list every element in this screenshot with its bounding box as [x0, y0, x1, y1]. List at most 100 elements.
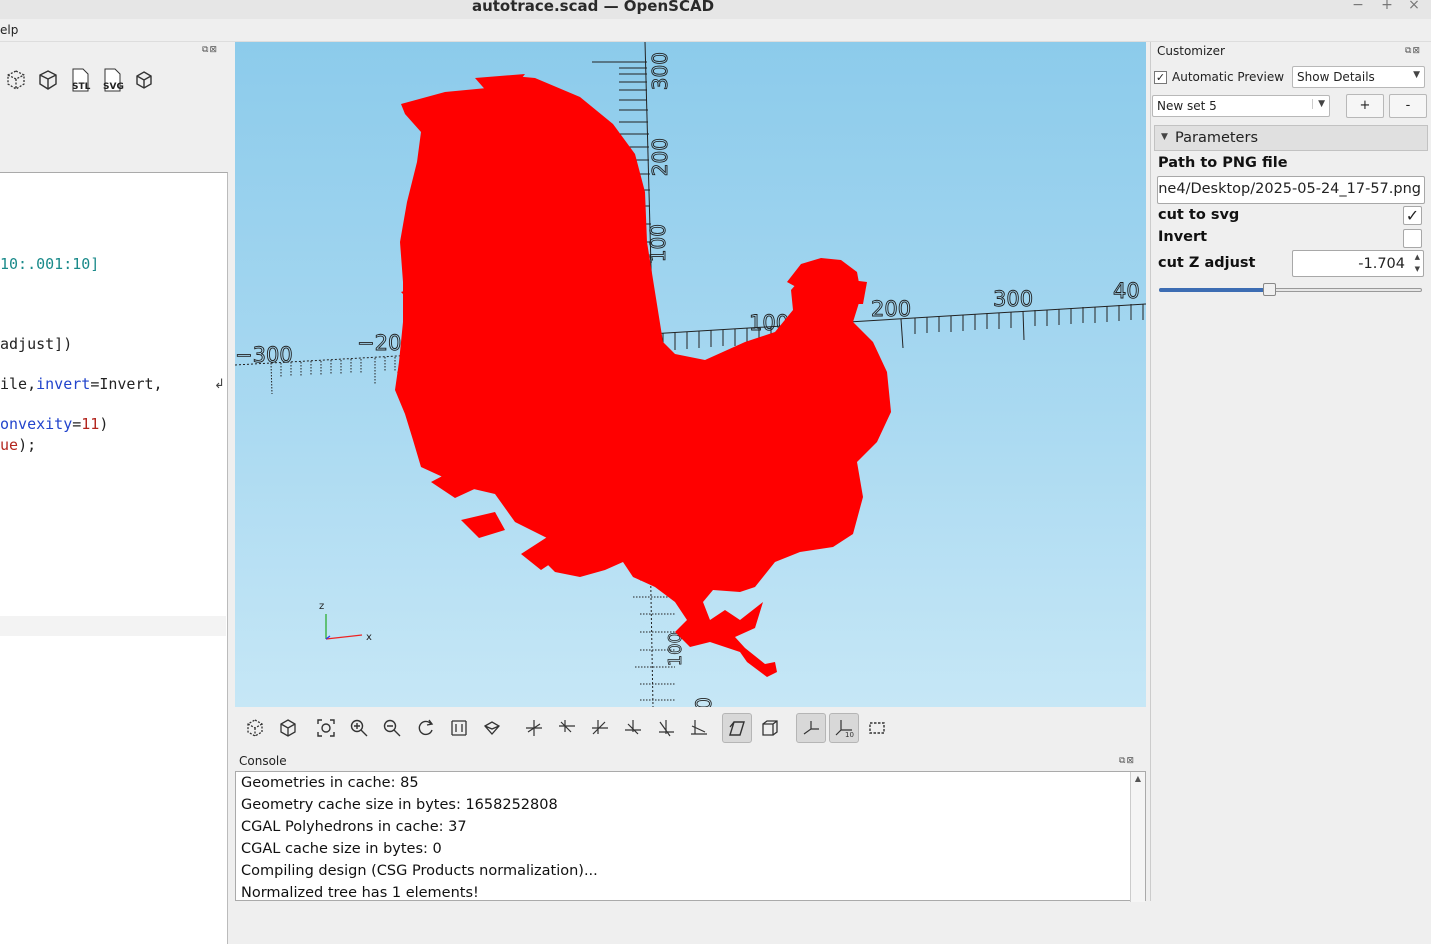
view-top-icon[interactable]: [552, 713, 582, 743]
cutz-value: -1.704: [1358, 256, 1405, 272]
orthogonal-icon[interactable]: [755, 713, 785, 743]
view-all-icon[interactable]: [311, 713, 341, 743]
scroll-up-icon[interactable]: ▲: [1131, 774, 1145, 783]
console-line: Compiling design (CSG Products normaliza…: [241, 863, 598, 879]
close-button[interactable]: ×: [1406, 0, 1422, 13]
code-line: onvexity=11): [0, 415, 108, 433]
parameters-header[interactable]: ▼ Parameters: [1154, 125, 1428, 151]
minimize-button[interactable]: −: [1350, 0, 1366, 13]
console-line: Geometries in cache: 85: [241, 775, 419, 791]
close-icon[interactable]: ⊠: [209, 45, 218, 55]
zoom-in-icon[interactable]: [344, 713, 374, 743]
svg-label: SVG: [103, 82, 124, 92]
invert-checkbox[interactable]: [1403, 229, 1422, 248]
code-token: );: [18, 436, 37, 454]
code-line: 10:.001:10]: [0, 255, 99, 273]
preview-view-icon[interactable]: [273, 713, 303, 743]
path-value: one4/Desktop/2025-05-24_17-57.png: [1157, 181, 1421, 197]
cut-svg-checkbox[interactable]: ✓: [1403, 206, 1422, 225]
customizer-title: Customizer: [1157, 44, 1225, 58]
perspective-toggle-icon[interactable]: [722, 713, 752, 743]
preset-value: New set 5: [1157, 99, 1217, 113]
editor-panel: ⧉⊠ STL SVG 10:.001:10] adjust]) ile,inve…: [0, 42, 232, 944]
surface-icon[interactable]: [477, 713, 507, 743]
cutz-label: cut Z adjust: [1158, 255, 1256, 271]
code-token: invert: [36, 375, 91, 393]
view-front-icon[interactable]: [651, 713, 681, 743]
customizer-dock-buttons[interactable]: ⧉⊠: [1405, 46, 1421, 56]
console-line: CGAL cache size in bytes: 0: [241, 841, 442, 857]
reset-view-icon[interactable]: [411, 713, 441, 743]
view-toolbar: 10: [235, 708, 1146, 748]
details-mode-select[interactable]: Show Details ▼: [1292, 66, 1425, 88]
console-dock-buttons[interactable]: ⧉⊠: [1119, 756, 1135, 766]
zoom-out-icon[interactable]: [377, 713, 407, 743]
show-edges-icon[interactable]: [862, 713, 892, 743]
view-bottom-icon[interactable]: [585, 713, 615, 743]
code-editor[interactable]: 10:.001:10] adjust]) ile,invert=Invert, …: [0, 172, 228, 944]
title-bar: autotrace.scad — OpenSCAD − + ×: [0, 0, 1431, 19]
close-icon[interactable]: ⊠: [1126, 756, 1135, 766]
y-label-300: 300: [648, 52, 672, 90]
render-view-icon[interactable]: [240, 713, 270, 743]
path-input[interactable]: one4/Desktop/2025-05-24_17-57.png: [1157, 176, 1425, 204]
console-line: Normalized tree has 1 elements!: [241, 885, 479, 901]
view-back-icon[interactable]: [684, 713, 714, 743]
code-token: ): [99, 415, 109, 433]
code-line: adjust]): [0, 335, 72, 353]
code-token: =Invert,: [90, 375, 163, 393]
menu-bar: elp: [0, 19, 1431, 42]
console-line: CGAL Polyhedrons in cache: 37: [241, 819, 467, 835]
3d-viewport[interactable]: 300 200 100 −300 −200 100 200 300 40 100…: [235, 42, 1146, 707]
show-axes-icon[interactable]: [796, 713, 826, 743]
render-icon[interactable]: [3, 66, 29, 94]
window-title: autotrace.scad — OpenSCAD: [471, 0, 715, 15]
code-token: ile,: [0, 375, 37, 393]
maximize-button[interactable]: +: [1379, 0, 1395, 13]
code-token: 10:.001:10]: [0, 255, 100, 273]
cutz-slider-fill: [1159, 288, 1269, 292]
axis-indicator: z x: [319, 601, 372, 643]
export-stl-icon[interactable]: STL: [67, 66, 93, 94]
code-token: =: [72, 415, 82, 433]
stl-label: STL: [72, 82, 91, 92]
path-label: Path to PNG file: [1158, 155, 1288, 171]
show-scale-markers-icon[interactable]: 10: [829, 713, 859, 743]
neg-y-label-300: 300: [692, 697, 716, 707]
automatic-preview-label: Automatic Preview: [1172, 70, 1285, 84]
cut-svg-label: cut to svg: [1158, 207, 1240, 223]
view-right-icon[interactable]: [519, 713, 549, 743]
preset-select[interactable]: New set 5 ▼: [1152, 95, 1330, 117]
y-label-100: 100: [646, 224, 670, 262]
chevron-down-icon: ▼: [1413, 70, 1420, 80]
x-label-300: 300: [993, 287, 1033, 311]
3d-print-icon[interactable]: [131, 66, 157, 94]
x-label-200: 200: [871, 297, 911, 321]
automatic-preview-checkbox[interactable]: ✓: [1154, 71, 1167, 84]
close-icon[interactable]: ⊠: [1412, 46, 1421, 56]
svg-text:10: 10: [845, 731, 854, 738]
add-preset-button[interactable]: +: [1346, 94, 1384, 118]
editor-dock-buttons[interactable]: ⧉⊠: [202, 45, 218, 55]
preview-icon[interactable]: [35, 66, 61, 94]
menu-help[interactable]: elp: [0, 23, 18, 37]
details-mode-value: Show Details: [1297, 70, 1375, 84]
check-icon: ✓: [1405, 206, 1420, 225]
console-title: Console: [239, 754, 287, 768]
collapse-icon: ▼: [1161, 132, 1168, 142]
chevron-down-icon: ▼: [1312, 99, 1325, 109]
invert-label: Invert: [1158, 229, 1208, 245]
view-left-icon[interactable]: [618, 713, 648, 743]
spin-arrows-icon[interactable]: ▲ ▼: [1415, 251, 1420, 275]
cutz-spinbox[interactable]: -1.704 ▲ ▼: [1292, 250, 1424, 277]
wrap-marker-icon: ↲: [214, 377, 225, 392]
remove-preset-button[interactable]: -: [1389, 94, 1427, 118]
console-output[interactable]: Geometries in cache: 85 Geometry cache s…: [235, 771, 1146, 902]
cutz-slider-handle[interactable]: [1263, 283, 1276, 296]
console-line: Geometry cache size in bytes: 1658252808: [241, 797, 558, 813]
console-scrollbar[interactable]: ▲: [1130, 772, 1145, 902]
export-svg-icon[interactable]: SVG: [99, 66, 125, 94]
perspective-icon[interactable]: [444, 713, 474, 743]
check-icon: ✓: [1155, 71, 1166, 84]
rooster-model: [395, 74, 891, 677]
